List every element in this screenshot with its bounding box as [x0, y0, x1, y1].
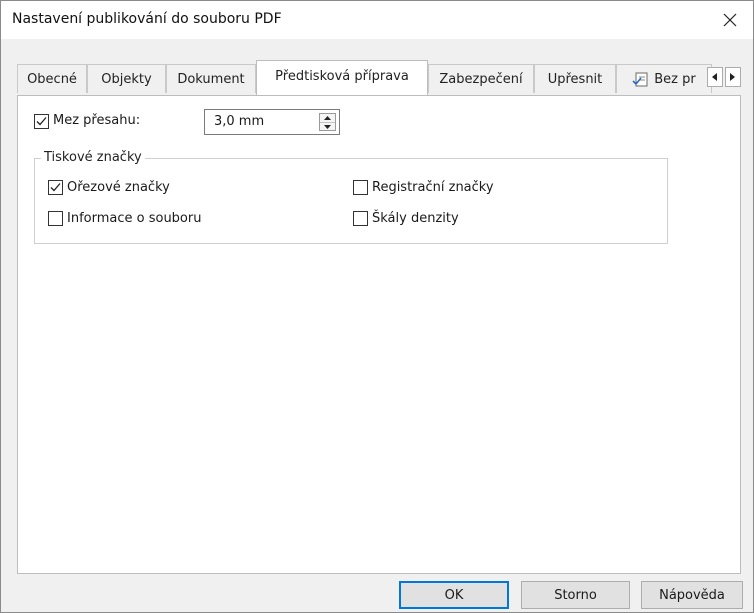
dialog-window: Nastavení publikování do souboru PDF Obe… [0, 0, 754, 613]
file-info-option[interactable]: Informace o souboru [48, 209, 201, 227]
densitometer-scales-option[interactable]: Škály denzity [353, 209, 459, 227]
bleed-spinner-buttons [319, 113, 336, 131]
file-info-label: Informace o souboru [67, 210, 202, 226]
bleed-value[interactable]: 3,0 mm [214, 114, 264, 129]
cancel-button[interactable]: Storno [521, 581, 630, 609]
close-icon [723, 13, 737, 27]
bleed-spinner[interactable]: 3,0 mm [204, 109, 340, 135]
tab-no-issues[interactable]: Bez pr [616, 64, 712, 93]
bleed-checkbox[interactable] [34, 114, 49, 129]
arrow-left-icon [712, 73, 717, 81]
tab-security[interactable]: Zabezpečení [428, 64, 534, 93]
tab-advanced[interactable]: Upřesnit [534, 64, 616, 93]
triangle-down-icon [324, 125, 331, 129]
print-marks-group: Tiskové značky Ořezové značky Registračn… [34, 150, 668, 244]
tab-objects[interactable]: Objekty [87, 64, 166, 93]
close-button[interactable] [707, 1, 753, 39]
tab-prepress[interactable]: Předtisková příprava [256, 60, 428, 95]
print-marks-title: Tiskové značky [41, 150, 145, 165]
prepress-panel: Mez přesahu: 3,0 mm Tiskové značky Ořezo… [17, 95, 741, 574]
densitometer-scales-checkbox[interactable] [353, 210, 368, 226]
registration-marks-label: Registrační značky [372, 179, 494, 195]
spin-down-button[interactable] [320, 122, 335, 131]
crop-marks-label: Ořezové značky [67, 179, 170, 195]
help-button[interactable]: Nápověda [641, 581, 743, 609]
triangle-up-icon [324, 116, 331, 120]
ok-button[interactable]: OK [399, 581, 509, 609]
arrow-right-icon [730, 73, 735, 81]
file-info-checkbox[interactable] [48, 210, 63, 226]
tab-general[interactable]: Obecné [17, 64, 87, 93]
tab-scroll-left-button[interactable] [707, 67, 723, 87]
dialog-title: Nastavení publikování do souboru PDF [12, 11, 282, 27]
bleed-label: Mez přesahu: [53, 113, 141, 128]
tab-document[interactable]: Dokument [166, 64, 256, 93]
densitometer-scales-label: Škály denzity [372, 210, 459, 226]
checklist-icon [632, 72, 648, 86]
checkmark-icon [36, 117, 47, 126]
registration-marks-checkbox[interactable] [353, 179, 368, 195]
checkmark-icon [50, 182, 61, 191]
title-bar: Nastavení publikování do souboru PDF [1, 1, 753, 39]
tab-strip: Obecné Objekty Dokument Předtisková příp… [17, 60, 753, 95]
crop-marks-option[interactable]: Ořezové značky [48, 178, 170, 196]
crop-marks-checkbox[interactable] [48, 179, 63, 195]
registration-marks-option[interactable]: Registrační značky [353, 178, 494, 196]
tab-scroll-right-button[interactable] [725, 67, 741, 87]
tab-no-issues-label: Bez pr [654, 72, 696, 87]
spin-up-button[interactable] [320, 114, 335, 122]
